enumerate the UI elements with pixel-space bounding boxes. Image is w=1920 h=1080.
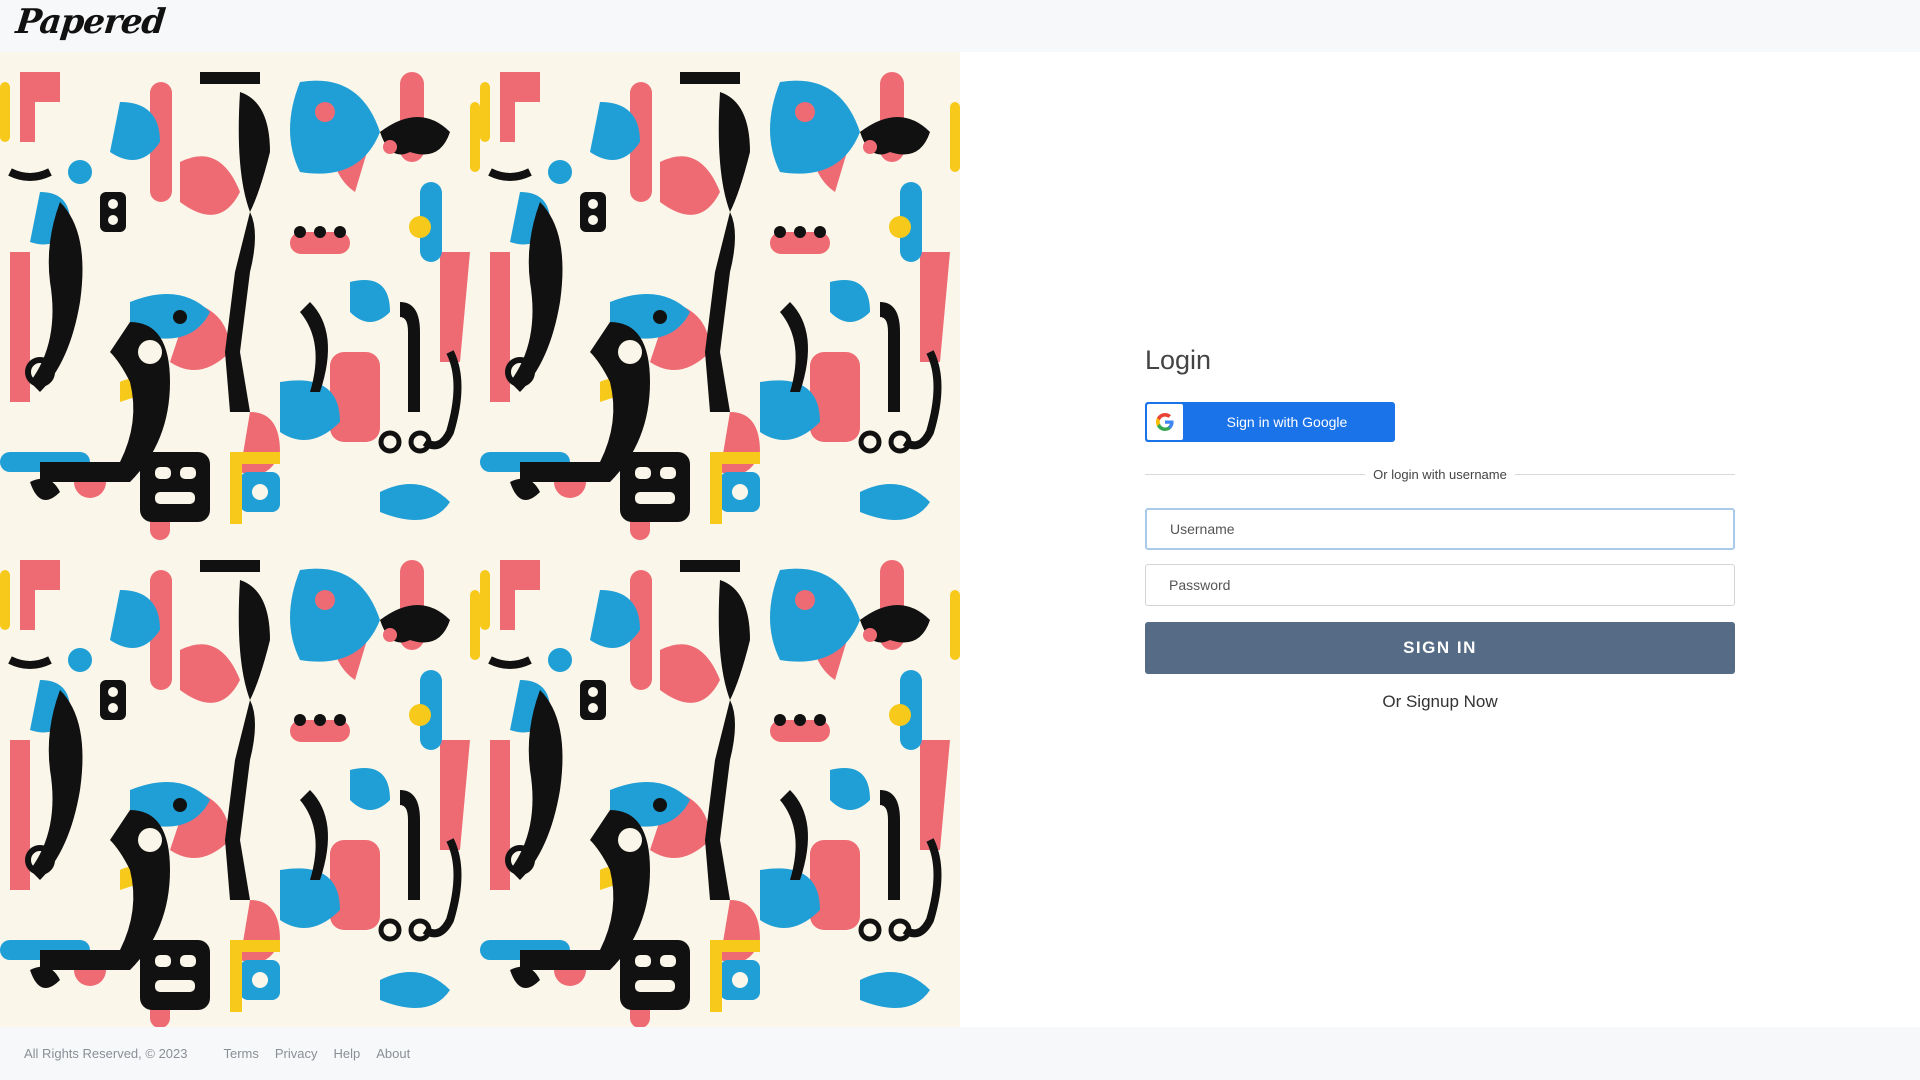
divider-line-right: [1514, 473, 1736, 475]
username-input[interactable]: [1145, 508, 1735, 550]
login-panel: Login Sign in with Google Or login with …: [1145, 345, 1736, 712]
google-signin-label: Sign in with Google: [1226, 414, 1348, 430]
divider-line-left: [1145, 473, 1366, 475]
hero-pattern-image: [0, 52, 960, 1027]
google-icon: [1147, 404, 1183, 440]
divider-text: Or login with username: [1373, 466, 1507, 482]
footer-link-help[interactable]: Help: [334, 1046, 361, 1061]
brand-logo[interactable]: Papered: [14, 2, 167, 42]
signup-link[interactable]: Or Signup Now: [1145, 692, 1735, 712]
pattern-fill: [0, 52, 960, 1027]
footer-link-about[interactable]: About: [376, 1046, 410, 1061]
password-input[interactable]: [1145, 564, 1735, 606]
login-divider: Or login with username: [1145, 464, 1736, 484]
footer-link-privacy[interactable]: Privacy: [275, 1046, 318, 1061]
login-title: Login: [1145, 345, 1212, 375]
google-signin-button[interactable]: Sign in with Google: [1145, 402, 1395, 442]
signin-button[interactable]: SIGN IN: [1145, 622, 1735, 674]
footer-link-terms[interactable]: Terms: [224, 1046, 259, 1061]
page-footer: All Rights Reserved, © 2023 Terms Privac…: [0, 1027, 1920, 1080]
abstract-pattern-illustration: [0, 52, 960, 1027]
footer-copyright: All Rights Reserved, © 2023: [24, 1046, 188, 1061]
top-header: Papered: [0, 0, 1920, 52]
